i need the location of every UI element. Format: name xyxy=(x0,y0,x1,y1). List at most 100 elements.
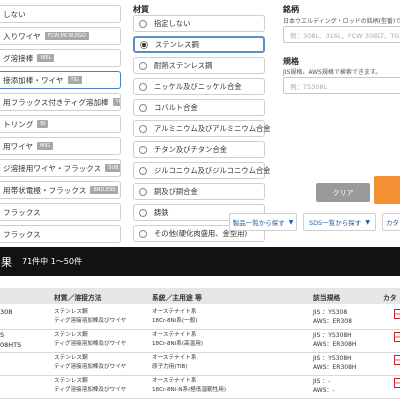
material-method-cell: ステンレス鋼 ティグ溶接溶加棒及びワイヤ xyxy=(54,378,127,393)
material-label: コバルト合金 xyxy=(154,102,198,112)
link-label: 製品一覧から探す xyxy=(232,219,285,227)
category-tag: TIF xyxy=(112,98,120,106)
category-tag: TIG xyxy=(67,76,82,84)
material-option[interactable]: ニッケル及びニッケル合金 xyxy=(133,78,265,95)
standard-title: 規格 xyxy=(283,57,299,66)
category-label: 入りワイヤ xyxy=(3,31,41,41)
category-label: ジ溶接用ワイヤ・フラックス xyxy=(3,163,102,173)
material-label: アルミニウム及びアルミニウム合金 xyxy=(154,123,271,133)
radio-icon xyxy=(139,61,147,70)
category-option[interactable]: ジ溶接用ワイヤ・フラックス SUB xyxy=(0,159,121,177)
brand-search-input[interactable]: 例：308L、316L、FCW 308LT、TG308 xyxy=(283,26,400,43)
pdf-icon[interactable]: PDF xyxy=(394,378,400,388)
category-label: 用ワイヤ xyxy=(3,141,34,151)
product-name[interactable]: S 08HTS xyxy=(0,330,21,350)
pdf-icon[interactable]: PDF xyxy=(394,332,400,342)
material-option[interactable]: コバルト合金 xyxy=(133,99,265,116)
category-option[interactable]: トリング BI xyxy=(0,115,121,133)
results-count: 71件中 1～50件 xyxy=(22,257,82,266)
triangle-down-icon: ▼ xyxy=(365,218,370,226)
material-title: 材質 xyxy=(133,5,149,14)
header-system-use: 系統／主用途 等 xyxy=(152,294,202,302)
product-list-link[interactable]: 製品一覧から探す ▼ xyxy=(229,213,297,231)
table-row[interactable]: ステンレス鋼 ティグ溶接溶加棒及びワイヤ オーステナイト系 18Cr-8Ni-N系(… xyxy=(0,373,400,399)
material-option[interactable]: アルミニウム及びアルミニウム合金 xyxy=(133,120,271,137)
category-option[interactable]: フラックス xyxy=(0,225,121,243)
sds-list-link[interactable]: SDS一覧から探す ▼ xyxy=(303,213,376,231)
category-option[interactable]: フラックス xyxy=(0,203,121,221)
material-option[interactable]: チタン及びチタン合金 xyxy=(133,141,265,158)
radio-icon xyxy=(139,103,147,112)
category-option[interactable]: 入りワイヤ FCW,MCW,EGO xyxy=(0,27,121,45)
material-label: 指定しない xyxy=(154,18,191,28)
material-label: ジルコニウム及びジルコニウム合金 xyxy=(154,165,271,175)
standard-hint: JIS規格、AWS規格で検索できます。 xyxy=(283,69,382,76)
material-option-selected[interactable]: ステンレス鋼 xyxy=(133,36,265,53)
category-label: しない xyxy=(3,9,26,19)
radio-icon xyxy=(139,82,147,91)
clear-button[interactable]: クリア xyxy=(316,183,370,202)
category-tag: BND,ESS xyxy=(90,186,119,194)
category-label: トリング xyxy=(3,119,34,129)
material-option[interactable]: ジルコニウム及びジルコニウム合金 xyxy=(133,162,270,179)
category-label: グ溶接棒 xyxy=(3,53,34,63)
radio-icon xyxy=(139,124,147,133)
brand-title: 銘柄 xyxy=(283,5,299,14)
material-radio-list: 指定しない ステンレス鋼 耐熱ステンレス鋼 ニッケル及びニッケル合金 コバルト合… xyxy=(133,15,271,246)
standard-cell: JIS ：- AWS：- xyxy=(313,378,335,394)
radio-icon xyxy=(139,187,147,196)
header-catalog: カタ xyxy=(383,294,397,302)
category-label: 接添加棒・ワイヤ xyxy=(3,75,64,85)
product-name[interactable]: 308 xyxy=(0,307,12,317)
search-button[interactable] xyxy=(374,176,400,204)
material-option[interactable]: 銅及び銅合金 xyxy=(133,183,265,200)
system-use-cell: オーステナイト系 18Cr-8Ni系(高温用) xyxy=(152,332,204,347)
material-label: 銅及び銅合金 xyxy=(154,186,198,196)
material-method-cell: ステンレス鋼 ティグ溶接溶加棒及びワイヤ xyxy=(54,309,127,324)
category-tag: MIG xyxy=(37,142,53,150)
category-option[interactable]: 用ワイヤ MIG xyxy=(0,137,121,155)
welding-category-list: しない 入りワイヤ FCW,MCW,EGO グ溶接棒 WEL 接添加棒・ワイヤ TIG… xyxy=(0,5,121,247)
table-header: 材質／溶接方法 系統／主用途 等 該当規格 カタ xyxy=(0,288,400,304)
category-label: 用帯状電極・フラックス xyxy=(3,185,87,195)
radio-checked-icon xyxy=(140,40,148,49)
category-label: 用フラックス付きティグ溶加棒 xyxy=(3,97,109,107)
material-label: チタン及びチタン合金 xyxy=(154,144,227,154)
category-label: フラックス xyxy=(3,207,41,217)
material-label: 鋳鉄 xyxy=(154,207,169,217)
category-label: フラックス xyxy=(3,229,41,239)
category-option[interactable]: 用フラックス付きティグ溶加棒TIF xyxy=(0,93,121,111)
results-title: 果 xyxy=(1,255,12,269)
radio-icon xyxy=(139,229,147,238)
standard-search-input[interactable]: 例：TS308L xyxy=(283,77,400,94)
brand-hint: 日本ウエルディング・ロッドの銘柄(型番)で xyxy=(283,18,400,25)
material-label: ニッケル及びニッケル合金 xyxy=(154,81,242,91)
category-option-selected[interactable]: 接添加棒・ワイヤ TIG xyxy=(0,71,121,89)
category-option[interactable]: グ溶接棒 WEL xyxy=(0,49,121,67)
radio-icon xyxy=(139,19,147,28)
category-tag: FCW,MCW,EGO xyxy=(44,32,89,40)
material-label: ステンレス鋼 xyxy=(155,39,199,49)
category-tag: WEL xyxy=(37,54,55,62)
system-use-cell: オーステナイト系 18Cr-8Ni系(一般) xyxy=(152,309,198,324)
triangle-down-icon: ▼ xyxy=(288,218,294,226)
category-option[interactable]: 用帯状電極・フラックス BND,ESS xyxy=(0,181,121,199)
catalog-list-link[interactable]: カタ xyxy=(382,213,400,231)
radio-icon xyxy=(139,208,147,217)
radio-icon xyxy=(139,145,147,154)
material-option[interactable]: 指定しない xyxy=(133,15,265,32)
radio-icon xyxy=(139,166,147,175)
standard-cell: JIS ：YS308H AWS：ER308H xyxy=(313,332,357,348)
link-label: カタ xyxy=(386,219,399,227)
pdf-icon[interactable]: PDF xyxy=(394,309,400,319)
header-material-method: 材質／溶接方法 xyxy=(54,294,102,302)
material-method-cell: ステンレス鋼 ティグ溶接溶加棒及びワイヤ xyxy=(54,332,127,347)
pdf-icon[interactable]: PDF xyxy=(394,355,400,365)
category-option[interactable]: しない xyxy=(0,5,121,23)
material-option[interactable]: 耐熱ステンレス鋼 xyxy=(133,57,265,74)
link-label: SDS一覧から探す xyxy=(309,219,362,227)
material-label: 耐熱ステンレス鋼 xyxy=(154,60,213,70)
category-tag: SUB xyxy=(105,164,120,172)
category-tag: BI xyxy=(37,120,49,128)
header-standard: 該当規格 xyxy=(313,294,341,302)
